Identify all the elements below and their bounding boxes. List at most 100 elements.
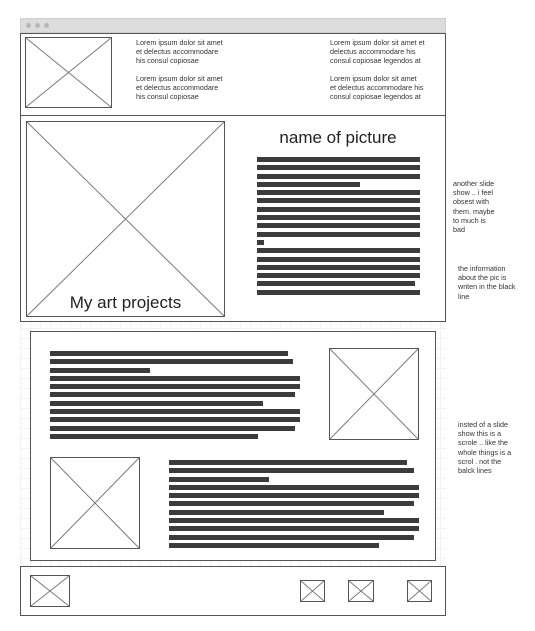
picture-name-heading: name of picture: [279, 128, 397, 147]
content-text-line: [50, 400, 263, 406]
lorem-line: Lorem ipsum dolor sit amet et: [330, 38, 425, 47]
content-text-line: [50, 392, 295, 398]
lorem-line: Lorem ipsum dolor sit amet: [136, 38, 223, 47]
lorem-line: his consul copiosae: [136, 56, 199, 66]
footer-social-icon-placeholder[interactable]: [348, 580, 374, 602]
content-text-line: [169, 518, 419, 524]
lorem-line: delectus accommodare his: [330, 47, 416, 57]
note-line: scrol . not the: [458, 456, 502, 466]
lorem-line: consul copiosae legendos at: [330, 92, 421, 102]
note-line: line: [458, 291, 470, 301]
note-line: them. maybe: [453, 206, 495, 216]
placeholder-cross: [31, 576, 69, 606]
note-line: show .. i feel: [453, 188, 493, 198]
content-text-line: [50, 433, 258, 439]
content-text-line: [169, 534, 414, 540]
header-text-block: Lorem ipsum dolor sit amet et delectus a…: [330, 38, 442, 66]
content-text-line: [50, 351, 288, 356]
lorem-line: Lorem ipsum dolor sit amet: [136, 74, 223, 83]
browser-title-bar: [20, 18, 446, 33]
annotation-note-scroll: insted of a slide show this is a scrole …: [458, 420, 534, 475]
placeholder-cross: [330, 349, 418, 439]
lorem-line: Lorem ipsum dolor sit amet: [330, 74, 417, 83]
lorem-line: et delectus accommodare: [136, 83, 219, 93]
description-text-line: [257, 173, 420, 179]
window-control-dot[interactable]: [35, 23, 40, 28]
description-text-line: [257, 223, 420, 229]
note-line: writen in the black: [458, 282, 516, 292]
annotation-note-slideshow: another slide show .. i feel obsest with…: [453, 179, 533, 234]
annotation-note-information: the information about the pic is writen …: [458, 264, 534, 301]
description-text-line: [257, 165, 420, 171]
content-text-line: [50, 367, 150, 373]
art-projects-title: My art projects: [69, 293, 182, 312]
note-line: insted of a slide: [458, 420, 508, 429]
content-text-line: [50, 375, 300, 381]
description-text-line: [257, 256, 420, 262]
content-text-line: [169, 484, 419, 490]
hero-image-slideshow[interactable]: [26, 121, 225, 317]
footer-social-icon-placeholder[interactable]: [407, 580, 432, 602]
window-control-dot[interactable]: [26, 23, 31, 28]
description-text-line: [257, 273, 420, 279]
description-text-line: [257, 157, 420, 162]
window-control-dot[interactable]: [44, 23, 49, 28]
description-text-line: [257, 248, 420, 254]
lorem-line: his consul copiosae: [136, 92, 199, 102]
content-text-line: [169, 476, 269, 482]
content-image-placeholder-right: [329, 348, 419, 440]
lorem-line: et delectus accommodare: [136, 47, 219, 57]
placeholder-cross: [26, 38, 111, 107]
note-line: scrole .. like the: [458, 438, 508, 448]
description-text-line: [257, 198, 420, 204]
header-text-block: Lorem ipsum dolor sit amet et delectus a…: [330, 74, 442, 102]
placeholder-cross: [301, 581, 324, 601]
placeholder-cross: [349, 581, 373, 601]
note-line: obsest with: [453, 197, 489, 207]
content-text-line: [50, 425, 295, 431]
description-text-line: [257, 281, 416, 287]
placeholder-cross: [51, 458, 139, 548]
content-image-placeholder-left: [50, 457, 140, 549]
description-text-line: [257, 181, 360, 187]
placeholder-cross: [27, 122, 224, 316]
note-line: to much is: [453, 215, 486, 225]
description-text-line: [257, 231, 420, 237]
description-text-line: [257, 264, 420, 270]
placeholder-cross: [408, 581, 431, 601]
content-text-line: [169, 460, 407, 465]
note-line: show this is a: [458, 429, 502, 439]
description-text-line: [257, 215, 420, 221]
lorem-line: consul copiosae legendos at: [330, 56, 421, 66]
content-text-line: [50, 384, 300, 390]
content-text-line: [50, 417, 300, 423]
lorem-line: et delectus accommodare his: [330, 83, 424, 93]
content-text-line: [169, 509, 384, 515]
header-text-block: Lorem ipsum dolor sit amet et delectus a…: [136, 38, 256, 66]
footer-section: [20, 566, 446, 616]
description-text-line: [257, 206, 420, 212]
note-line: another slide: [453, 179, 495, 188]
note-line: bad: [453, 225, 465, 235]
content-text-line: [169, 468, 414, 474]
content-text-line: [50, 409, 300, 415]
content-text-line: [169, 542, 379, 548]
content-text-lines-top: [50, 351, 300, 442]
picture-description-lines: [257, 157, 420, 298]
footer-social-icon-placeholder[interactable]: [300, 580, 325, 602]
note-line: the information: [458, 264, 506, 273]
note-line: whole things is a: [458, 447, 512, 457]
header-logo-image-placeholder: [25, 37, 112, 108]
footer-logo-placeholder: [30, 575, 70, 607]
note-line: about the pic is: [458, 273, 507, 283]
description-text-line: [257, 239, 264, 245]
content-text-line: [169, 501, 414, 507]
description-text-line: [257, 289, 420, 295]
description-text-line: [257, 190, 420, 196]
note-line: balck lines: [458, 466, 492, 476]
content-text-line: [169, 493, 419, 499]
content-text-line: [50, 359, 293, 365]
content-text-line: [169, 526, 419, 532]
content-text-lines-bottom: [169, 460, 419, 551]
header-text-block: Lorem ipsum dolor sit amet et delectus a…: [136, 74, 256, 102]
